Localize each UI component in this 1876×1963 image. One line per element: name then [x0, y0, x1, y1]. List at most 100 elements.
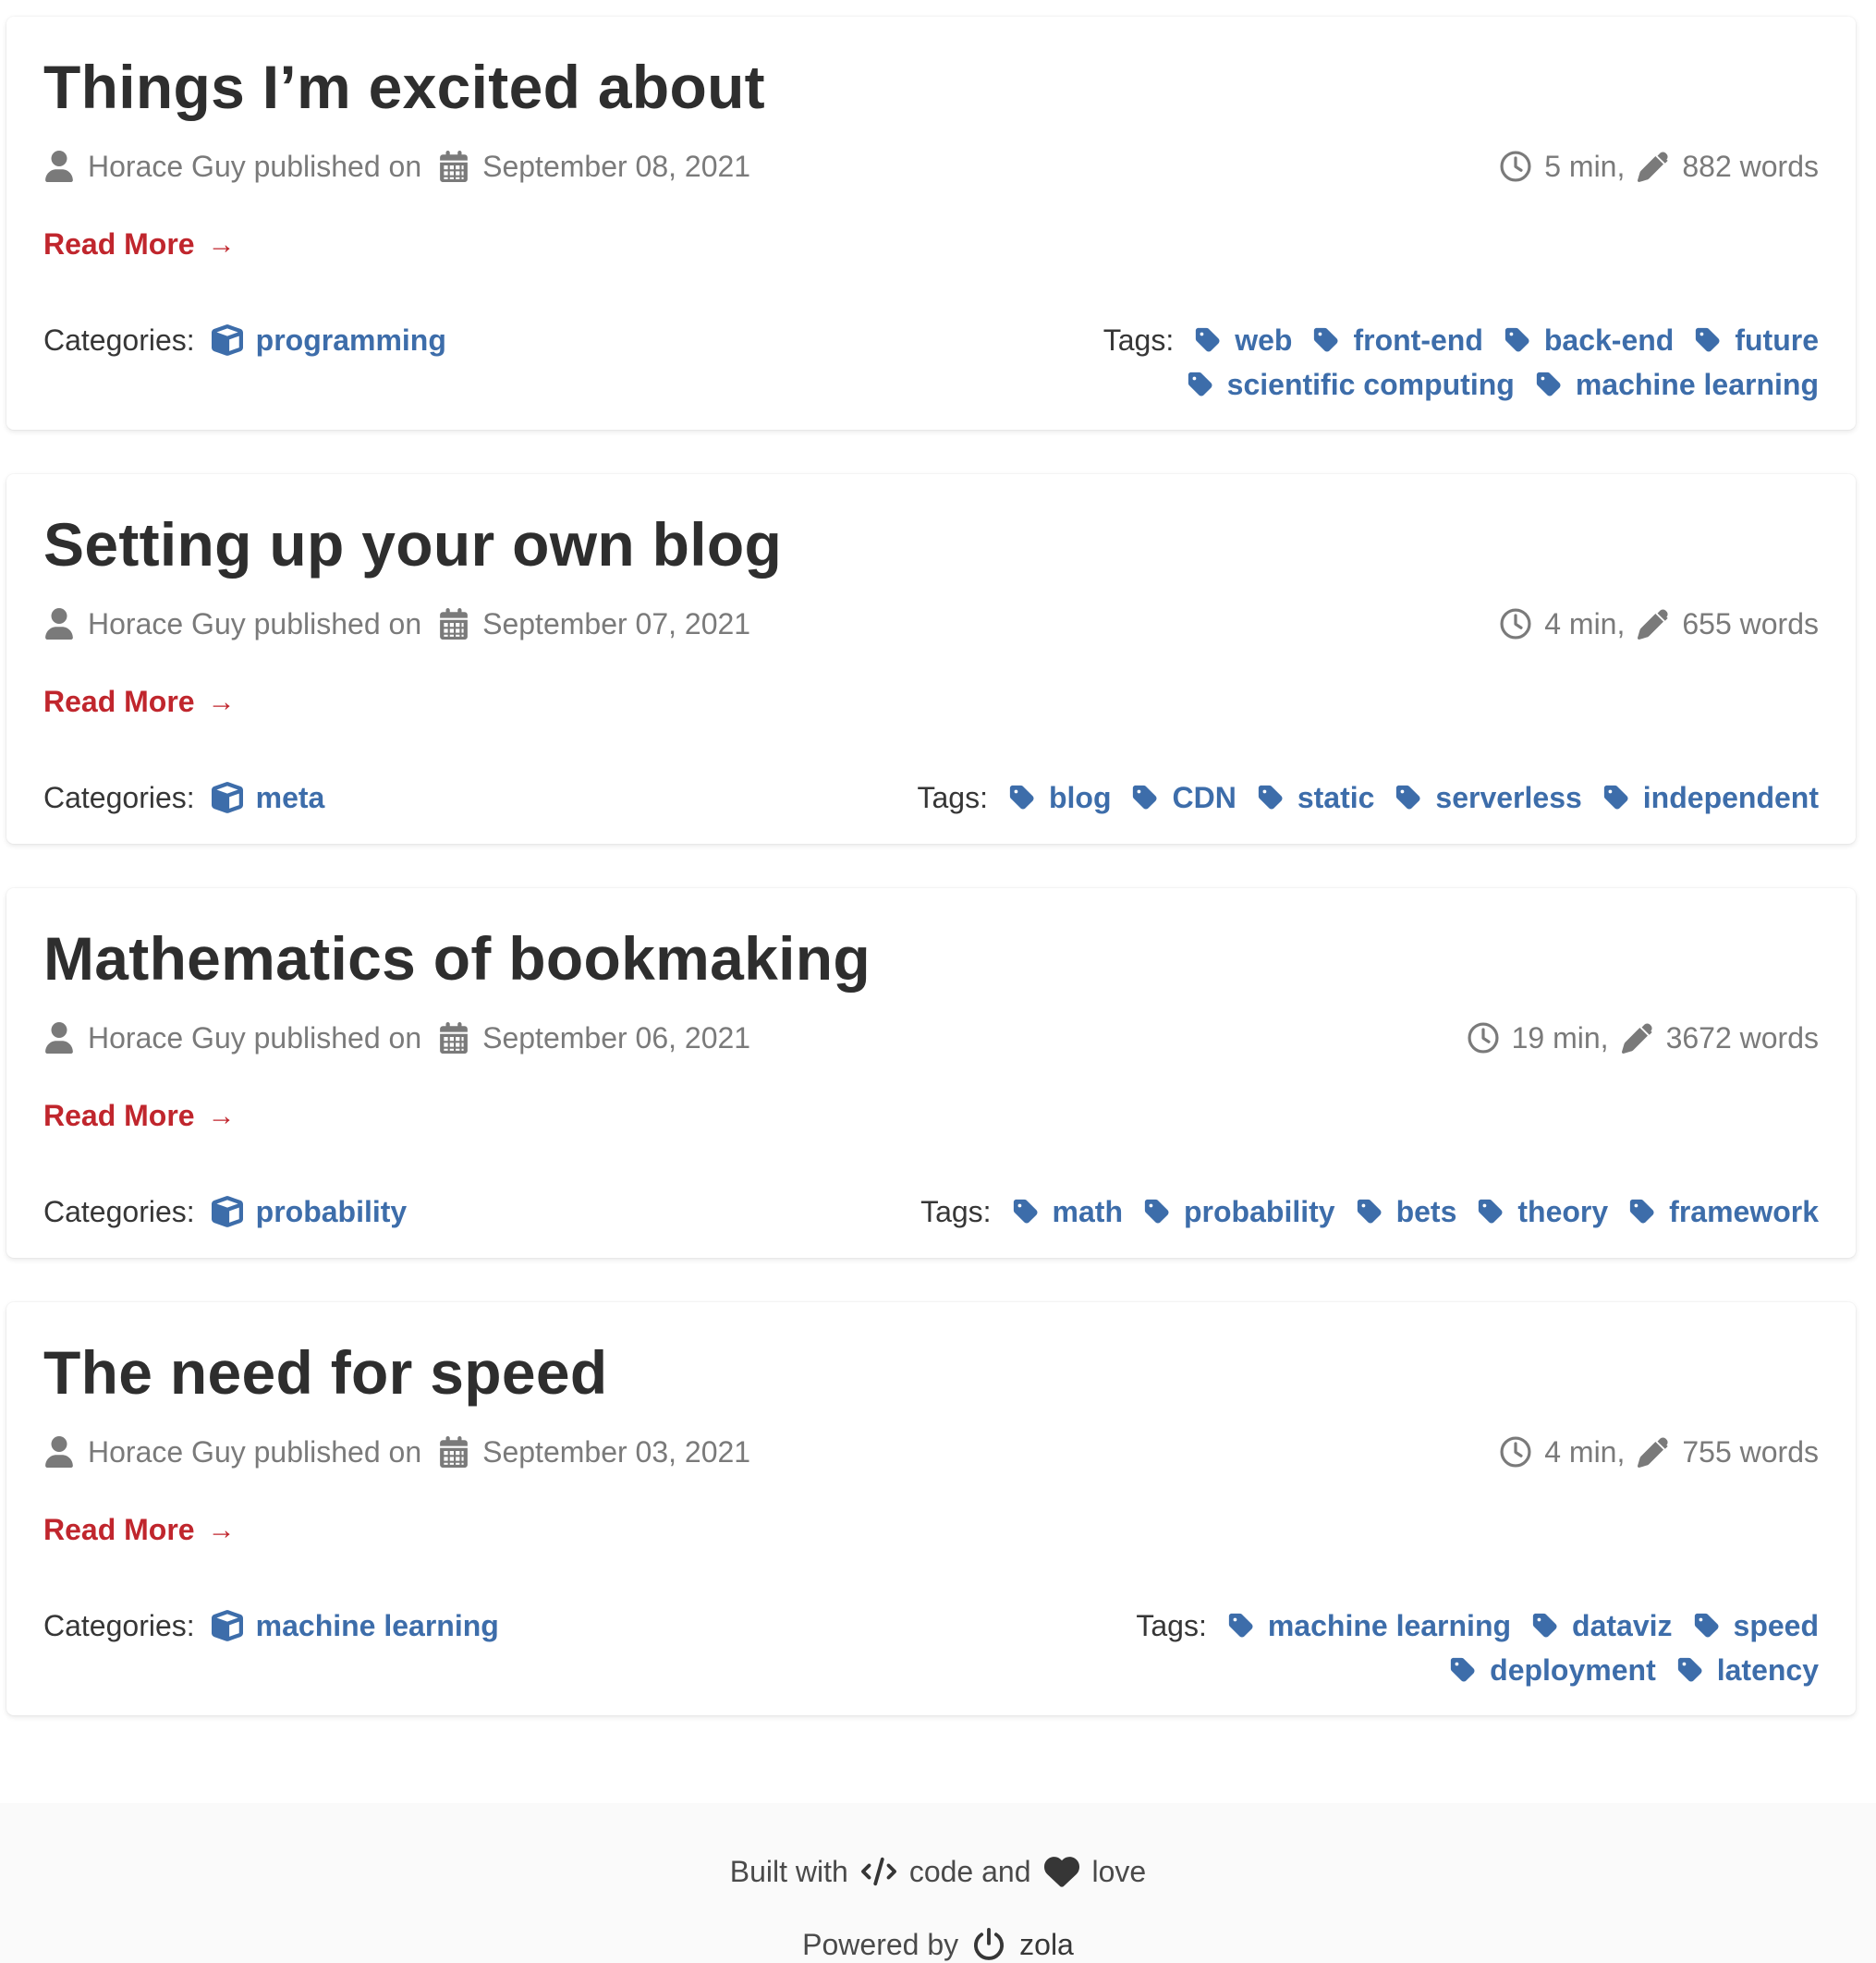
tag-link[interactable]: web: [1194, 318, 1292, 362]
tag-label: CDN: [1172, 781, 1236, 814]
tag-link[interactable]: probability: [1143, 1189, 1335, 1234]
tag-link[interactable]: blog: [1008, 775, 1111, 820]
tag-label: web: [1235, 323, 1293, 357]
categories: Categories: programming: [43, 318, 446, 362]
post-date: September 03, 2021: [482, 1434, 751, 1469]
heart-icon: [1043, 1854, 1079, 1889]
tag-label: front-end: [1353, 323, 1483, 357]
site-footer: Built with code and love Powered by zola: [0, 1803, 1876, 1963]
read-time: 4 min,: [1544, 606, 1626, 640]
tag-label: math: [1052, 1195, 1123, 1228]
published-on-label: published on: [253, 606, 422, 640]
categories: Categories: meta: [43, 775, 324, 820]
tag-link[interactable]: future: [1694, 318, 1819, 362]
post-title[interactable]: Mathematics of bookmaking: [43, 923, 871, 994]
category-link[interactable]: meta: [256, 781, 325, 815]
read-more-link[interactable]: Read More →: [43, 685, 236, 719]
tag-icon: [1531, 1612, 1559, 1640]
clock-icon: [1468, 1022, 1499, 1054]
tag-link[interactable]: theory: [1477, 1189, 1608, 1234]
post-title[interactable]: Setting up your own blog: [43, 509, 782, 579]
tag-icon: [1602, 784, 1630, 811]
tag-link[interactable]: front-end: [1312, 318, 1483, 362]
tag-link[interactable]: bets: [1356, 1189, 1456, 1234]
tag-icon: [1187, 371, 1214, 398]
tag-row: scientific computing machine learning: [987, 362, 1819, 407]
tag-label: latency: [1716, 1653, 1819, 1687]
tag-row: Tags: machine learning dataviz speed: [987, 1603, 1819, 1648]
tag-icon: [1012, 1198, 1040, 1225]
tag-row: deployment latency: [987, 1648, 1819, 1692]
tag-link[interactable]: serverless: [1395, 775, 1582, 820]
tag-link[interactable]: deployment: [1449, 1648, 1656, 1692]
tag-link[interactable]: framework: [1628, 1189, 1819, 1234]
tag-label: theory: [1517, 1195, 1609, 1228]
calendar-icon: [438, 1436, 469, 1468]
pencil-icon: [1621, 1022, 1653, 1054]
tag-link[interactable]: scientific computing: [1187, 362, 1515, 407]
category-link[interactable]: probability: [256, 1195, 408, 1229]
tag-label: dataviz: [1572, 1609, 1673, 1642]
post-meta: Horace Guy published on September 08, 20…: [43, 144, 1819, 189]
code-and-text: code and: [908, 1854, 1031, 1888]
tags: Tags: machine learning dataviz speed deploym…: [987, 1603, 1819, 1692]
author-name: Horace Guy: [88, 1434, 246, 1469]
tag-icon: [1356, 1198, 1383, 1225]
categories-label: Categories:: [43, 1608, 195, 1642]
cube-icon: [211, 1610, 243, 1641]
categories-label: Categories:: [43, 323, 195, 357]
tags: Tags: blog CDN static serverless independent: [917, 775, 1819, 820]
cube-icon: [211, 782, 243, 813]
tag-icon: [1008, 784, 1036, 811]
tag-link[interactable]: machine learning: [1227, 1603, 1511, 1648]
tag-icon: [1504, 326, 1531, 354]
categories: Categories: machine learning: [43, 1603, 499, 1648]
category-link[interactable]: programming: [256, 323, 446, 358]
tag-link[interactable]: machine learning: [1535, 362, 1819, 407]
tag-link[interactable]: CDN: [1131, 775, 1236, 820]
tag-icon: [1257, 784, 1285, 811]
calendar-icon: [438, 1022, 469, 1054]
read-more-link[interactable]: Read More →: [43, 1513, 236, 1547]
tag-row: Tags: math probability bets theory framework: [920, 1189, 1819, 1234]
word-count: 755 words: [1682, 1434, 1819, 1469]
tag-icon: [1535, 371, 1563, 398]
tag-link[interactable]: static: [1257, 775, 1375, 820]
tag-icon: [1694, 326, 1722, 354]
read-more-label: Read More: [43, 685, 195, 718]
post-date: September 06, 2021: [482, 1020, 751, 1055]
pencil-icon: [1638, 1436, 1669, 1468]
user-icon: [43, 151, 75, 182]
zola-link[interactable]: zola: [1019, 1928, 1074, 1962]
tag-row: Tags: blog CDN static serverless independent: [917, 775, 1819, 820]
tag-link[interactable]: speed: [1693, 1603, 1819, 1648]
tag-icon: [1477, 1198, 1504, 1225]
post-meta: Horace Guy published on September 06, 20…: [43, 1016, 1819, 1060]
post-title[interactable]: Things I’m excited about: [43, 52, 765, 122]
tag-link[interactable]: latency: [1676, 1648, 1819, 1692]
read-more-link[interactable]: Read More →: [43, 1099, 236, 1133]
tag-label: deployment: [1490, 1653, 1656, 1687]
read-more-link[interactable]: Read More →: [43, 227, 236, 262]
published-on-label: published on: [253, 1434, 422, 1469]
categories-label: Categories:: [43, 780, 195, 814]
tag-link[interactable]: dataviz: [1531, 1603, 1673, 1648]
tag-label: machine learning: [1575, 368, 1819, 401]
tag-label: static: [1297, 781, 1375, 814]
powered-by-text: Powered by: [802, 1927, 959, 1961]
clock-icon: [1500, 1436, 1531, 1468]
category-link[interactable]: machine learning: [256, 1609, 499, 1643]
tag-icon: [1693, 1612, 1721, 1640]
user-icon: [43, 1022, 75, 1054]
tag-link[interactable]: independent: [1602, 775, 1819, 820]
author-name: Horace Guy: [88, 606, 246, 640]
post-title[interactable]: The need for speed: [43, 1337, 608, 1408]
tag-label: probability: [1184, 1195, 1335, 1228]
author-name: Horace Guy: [88, 149, 246, 183]
tag-link[interactable]: back-end: [1504, 318, 1674, 362]
tag-icon: [1395, 784, 1422, 811]
tag-link[interactable]: math: [1012, 1189, 1123, 1234]
categories-label: Categories:: [43, 1194, 195, 1228]
tag-icon: [1194, 326, 1222, 354]
tag-label: scientific computing: [1226, 368, 1515, 401]
